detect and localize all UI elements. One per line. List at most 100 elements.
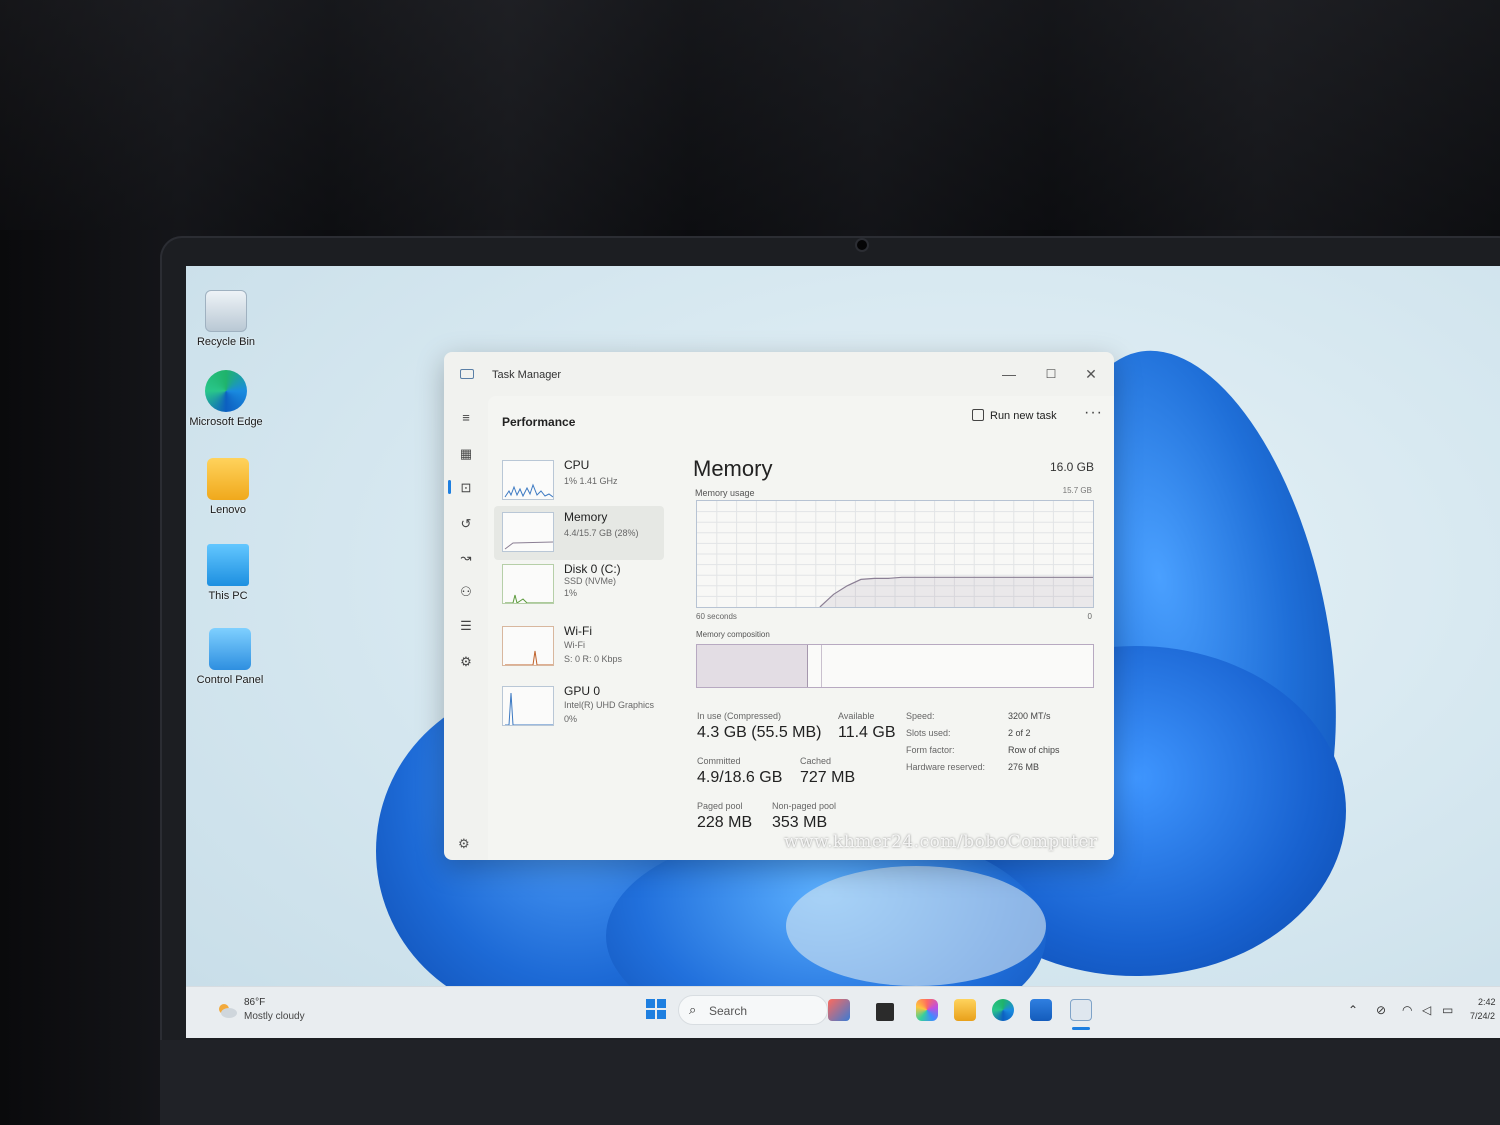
- committed-label: Committed: [697, 756, 741, 766]
- task-manager-window[interactable]: Task Manager — ☐ ✕ ≡ ▦ ⊡ ↺ ↝ ⚇ ☰ ⚙ ⚙ Per…: [444, 352, 1114, 860]
- task-manager-app-icon: [460, 369, 474, 379]
- details-icon[interactable]: ☰: [458, 618, 474, 634]
- users-icon[interactable]: ⚇: [458, 584, 474, 600]
- resource-item-wifi[interactable]: Wi-Fi Wi-Fi S: 0 R: 0 Kbps: [494, 620, 664, 674]
- paged-pool-label: Paged pool: [697, 801, 743, 811]
- hardware-reserved-value: 276 MB: [1008, 762, 1040, 772]
- memory-usage-graph: [696, 500, 1094, 608]
- wifi-thumbnail-graph: [502, 626, 554, 666]
- form-factor-label: Form factor:: [906, 745, 955, 755]
- search-placeholder: Search: [709, 1004, 748, 1018]
- hardware-reserved-label: Hardware reserved:: [906, 762, 986, 772]
- desktop-icon-recycle-bin[interactable]: Recycle Bin: [186, 290, 266, 348]
- show-hidden-icons-chevron[interactable]: ⌃: [1348, 1003, 1358, 1017]
- run-new-task-label: Run new task: [990, 410, 1057, 422]
- memory-thumbnail-graph: [502, 512, 554, 552]
- title-bar[interactable]: Task Manager — ☐ ✕: [444, 352, 1114, 396]
- cpu-thumbnail-graph: [502, 460, 554, 500]
- speed-label: Speed:: [906, 711, 935, 721]
- recycle-bin-icon: [205, 290, 247, 332]
- edge-icon[interactable]: [992, 999, 1014, 1021]
- resource-detail: SSD (NVMe): [564, 576, 617, 586]
- taskbar-search-box[interactable]: ⌕ Search: [678, 995, 828, 1025]
- performance-pane: Performance Run new task ··· CPU 1% 1.41…: [488, 396, 1114, 860]
- battery-icon[interactable]: ▭: [1442, 1003, 1453, 1017]
- app-history-icon[interactable]: ↺: [458, 516, 474, 532]
- resource-detail: 1% 1.41 GHz: [564, 476, 618, 486]
- photo-background: Recycle Bin Microsoft Edge Lenovo This P…: [0, 0, 1500, 1125]
- running-app-indicator: [1072, 1027, 1090, 1030]
- resource-item-disk[interactable]: Disk 0 (C:) SSD (NVMe) 1%: [494, 558, 664, 612]
- taskbar: 86°F Mostly cloudy ⌕ Search ⌃ ⊘ ◠ ◁ ▭ 2:…: [186, 986, 1500, 1038]
- maximize-button[interactable]: ☐: [1036, 362, 1066, 386]
- cloud-sync-icon[interactable]: ⊘: [1376, 1003, 1386, 1017]
- memory-usage-chart: [697, 501, 1093, 608]
- wifi-sparkline: [505, 650, 553, 665]
- resource-usage: 0%: [564, 714, 578, 724]
- close-button[interactable]: ✕: [1076, 362, 1106, 386]
- available-value: 11.4 GB: [838, 724, 896, 741]
- slots-used-label: Slots used:: [906, 728, 951, 738]
- desktop-icon-label: Recycle Bin: [196, 336, 256, 348]
- task-manager-taskbar-icon[interactable]: [1070, 999, 1092, 1021]
- more-options-button[interactable]: ···: [1084, 404, 1103, 422]
- desktop-icon-this-pc[interactable]: This PC: [188, 544, 268, 602]
- volume-icon[interactable]: ◁: [1422, 1003, 1431, 1017]
- resource-name: CPU: [564, 458, 590, 472]
- memory-sparkline: [504, 541, 553, 550]
- desktop-icon-edge[interactable]: Microsoft Edge: [186, 370, 266, 428]
- edge-icon: [205, 370, 247, 412]
- gpu-thumbnail-graph: [502, 686, 554, 726]
- form-factor-value: Row of chips: [1008, 745, 1060, 755]
- clock-date[interactable]: 7/24/2: [1470, 1011, 1495, 1021]
- hamburger-menu-icon[interactable]: ≡: [458, 410, 474, 426]
- run-task-icon: [972, 409, 984, 421]
- services-icon[interactable]: ⚙: [458, 654, 474, 670]
- memory-total: 16.0 GB: [1049, 460, 1094, 474]
- task-view-icon[interactable]: [876, 1003, 894, 1021]
- run-new-task-button[interactable]: Run new task: [972, 409, 1057, 422]
- control-panel-icon: [209, 628, 251, 670]
- resource-detail: Wi-Fi: [564, 640, 585, 650]
- weather-cloudy-icon[interactable]: [216, 1001, 238, 1019]
- composition-modified-segment: [808, 645, 822, 687]
- resource-item-memory[interactable]: Memory 4.4/15.7 GB (28%): [494, 506, 664, 560]
- search-icon: ⌕: [689, 1002, 697, 1017]
- processes-icon[interactable]: ▦: [458, 446, 474, 462]
- desktop-icon-label: Control Panel: [196, 674, 264, 686]
- resource-detail: Intel(R) UHD Graphics: [564, 700, 655, 710]
- wifi-icon[interactable]: ◠: [1402, 1003, 1412, 1017]
- resource-item-gpu[interactable]: GPU 0 Intel(R) UHD Graphics 0%: [494, 680, 664, 734]
- widget-icon[interactable]: [828, 999, 850, 1021]
- resource-detail: 4.4/15.7 GB (28%): [564, 528, 639, 538]
- desktop-icon-control-panel[interactable]: Control Panel: [190, 628, 270, 686]
- memory-usage-max: 15.7 GB: [1062, 486, 1092, 495]
- settings-icon[interactable]: ⚙: [458, 836, 470, 852]
- memory-composition-bar: [696, 644, 1094, 688]
- store-icon[interactable]: [1030, 999, 1052, 1021]
- cloud-sun-glyph: [219, 1004, 237, 1018]
- committed-value: 4.9/18.6 GB: [697, 769, 783, 786]
- in-use-value: 4.3 GB (55.5 MB): [697, 724, 822, 741]
- resource-usage: 1%: [564, 588, 578, 598]
- window-title: Task Manager: [492, 369, 562, 381]
- cached-label: Cached: [800, 756, 832, 766]
- copilot-icon[interactable]: [916, 999, 938, 1021]
- startup-apps-icon[interactable]: ↝: [458, 550, 474, 566]
- weather-description[interactable]: Mostly cloudy: [244, 1011, 305, 1022]
- memory-composition-label: Memory composition: [696, 630, 770, 639]
- cpu-sparkline: [504, 483, 553, 498]
- resource-name: Wi-Fi: [564, 624, 592, 638]
- minimize-button[interactable]: —: [994, 362, 1024, 386]
- start-button[interactable]: [646, 999, 666, 1019]
- file-explorer-icon[interactable]: [954, 999, 976, 1021]
- composition-in-use-segment: [697, 645, 808, 687]
- performance-icon[interactable]: ⊡: [458, 480, 474, 496]
- resource-throughput: S: 0 R: 0 Kbps: [564, 654, 623, 664]
- resource-item-cpu[interactable]: CPU 1% 1.41 GHz: [494, 454, 664, 508]
- laptop-lower-bezel: [160, 1040, 1500, 1125]
- clock-time[interactable]: 2:42: [1478, 997, 1496, 1007]
- desktop-icon-lenovo[interactable]: Lenovo: [188, 458, 268, 516]
- active-nav-indicator: [448, 480, 451, 494]
- weather-temperature[interactable]: 86°F: [244, 997, 265, 1008]
